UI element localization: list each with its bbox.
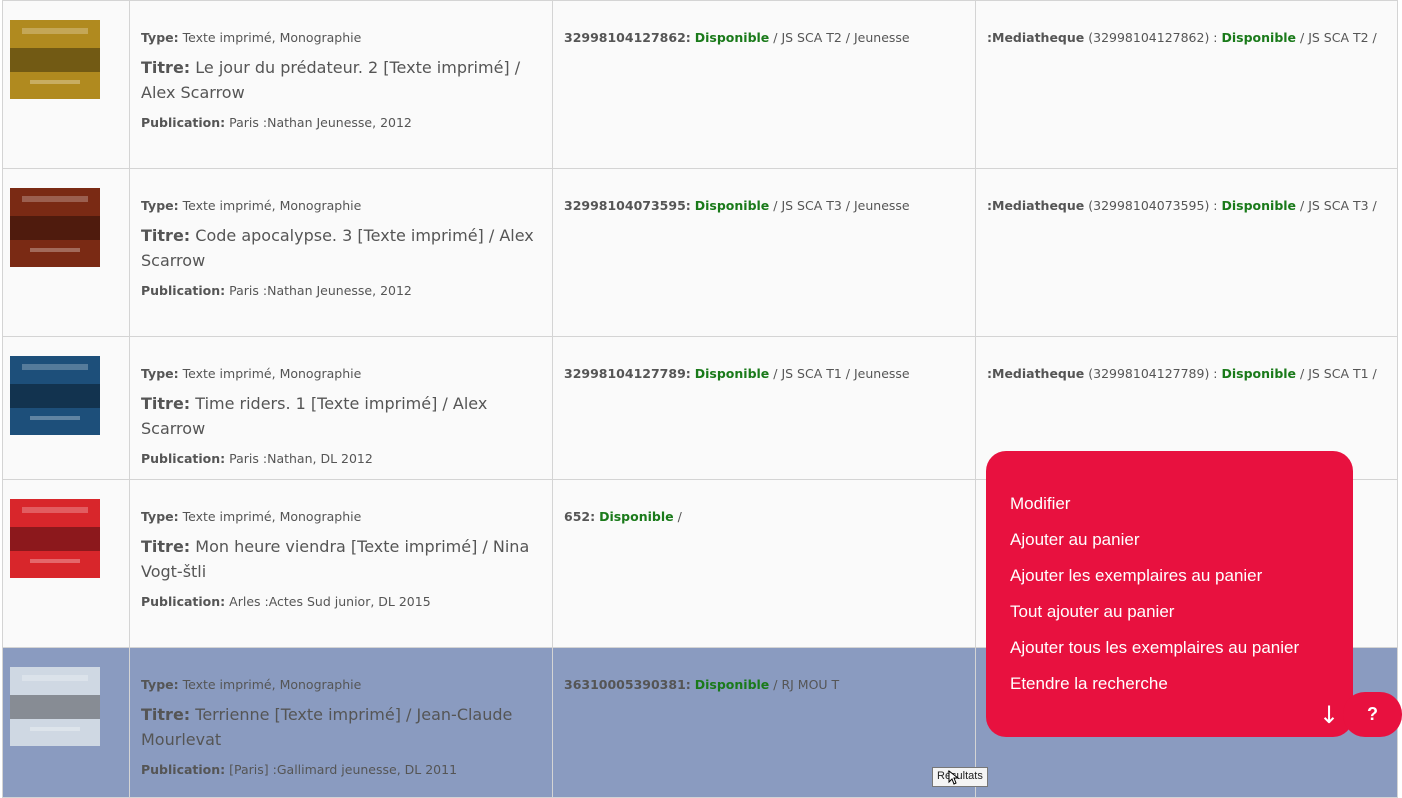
record-type: Type: Texte imprimé, Monographie (141, 509, 362, 524)
record-description: Type: Texte imprimé, Monographie Titre: … (129, 168, 553, 337)
cover-cell (2, 168, 130, 337)
library-location: / JS SCA T1 / (1296, 366, 1377, 381)
copy-barcode: 36310005390381: (564, 677, 691, 692)
arrow-down-icon[interactable]: ↓ (1318, 700, 1340, 730)
record-title[interactable]: Titre: Code apocalypse. 3 [Texte imprimé… (141, 223, 542, 273)
copy-location: / (673, 509, 682, 524)
library-status: Disponible (1221, 30, 1297, 45)
record-publication: Publication: Paris :Nathan Jeunesse, 201… (141, 115, 412, 130)
record-description: Type: Texte imprimé, Monographie Titre: … (129, 479, 553, 648)
cover-cell (2, 647, 130, 798)
copy-status: Disponible (694, 30, 770, 45)
record-title[interactable]: Titre: Mon heure viendra [Texte imprimé]… (141, 534, 542, 584)
library-name: :Mediatheque (987, 30, 1085, 45)
record-title[interactable]: Titre: Le jour du prédateur. 2 [Texte im… (141, 55, 542, 105)
library-status: Disponible (1221, 198, 1297, 213)
copy-barcode: 32998104127862: (564, 30, 691, 45)
copy-location: / JS SCA T1 / Jeunesse (769, 366, 910, 381)
record-library: :Mediatheque (32998104127862) : Disponib… (975, 0, 1398, 169)
library-status: Disponible (1221, 366, 1297, 381)
menu-item-add-all-to-cart[interactable]: Tout ajouter au panier (1010, 599, 1353, 635)
library-name: :Mediatheque (987, 366, 1085, 381)
record-type: Type: Texte imprimé, Monographie (141, 30, 362, 45)
record-copies: 32998104127789: Disponible / JS SCA T1 /… (552, 336, 976, 480)
record-publication: Publication: [Paris] :Gallimard jeunesse… (141, 762, 458, 777)
library-code: (32998104127789) : (1084, 366, 1222, 381)
book-cover-image[interactable] (10, 188, 100, 267)
record-copies: 32998104127862: Disponible / JS SCA T2 /… (552, 0, 976, 169)
record-type: Type: Texte imprimé, Monographie (141, 677, 362, 692)
book-cover-image[interactable] (10, 20, 100, 99)
menu-item-extend-search[interactable]: Etendre la recherche (1010, 671, 1353, 707)
mouse-cursor-icon (948, 770, 960, 785)
record-copies: 32998104073595: Disponible / JS SCA T3 /… (552, 168, 976, 337)
library-code: (32998104073595) : (1084, 198, 1222, 213)
record-description: Type: Texte imprimé, Monographie Titre: … (129, 0, 553, 169)
cover-cell (2, 336, 130, 480)
record-title[interactable]: Titre: Terrienne [Texte imprimé] / Jean-… (141, 702, 542, 752)
record-publication: Publication: Paris :Nathan Jeunesse, 201… (141, 283, 412, 298)
library-location: / JS SCA T2 / (1296, 30, 1377, 45)
record-publication: Publication: Paris :Nathan, DL 2012 (141, 451, 373, 466)
record-publication: Publication: Arles :Actes Sud junior, DL… (141, 594, 431, 609)
book-cover-image[interactable] (10, 667, 100, 746)
copy-status: Disponible (599, 509, 674, 524)
result-row[interactable]: Type: Texte imprimé, Monographie Titre: … (2, 0, 1398, 169)
library-name: :Mediatheque (987, 198, 1085, 213)
menu-item-add-all-copies-to-cart[interactable]: Ajouter tous les exemplaires au panier (1010, 635, 1353, 671)
record-copies: 36310005390381: Disponible / RJ MOU T (552, 647, 976, 798)
book-cover-image[interactable] (10, 499, 100, 578)
library-code: (32998104127862) : (1084, 30, 1222, 45)
copy-status: Disponible (694, 677, 770, 692)
record-title[interactable]: Titre: Time riders. 1 [Texte imprimé] / … (141, 391, 542, 441)
copy-status: Disponible (694, 366, 770, 381)
copy-barcode: 652: (564, 509, 596, 524)
record-copies: 652: Disponible / (552, 479, 976, 648)
copy-barcode: 32998104127789: (564, 366, 691, 381)
copy-location: / JS SCA T2 / Jeunesse (769, 30, 910, 45)
copy-status: Disponible (694, 198, 770, 213)
cover-cell (2, 0, 130, 169)
actions-menu: Modifier Ajouter au panier Ajouter les e… (986, 451, 1353, 737)
record-type: Type: Texte imprimé, Monographie (141, 366, 362, 381)
help-button[interactable]: ? (1343, 692, 1402, 737)
menu-item-add-copies-to-cart[interactable]: Ajouter les exemplaires au panier (1010, 563, 1353, 599)
record-type: Type: Texte imprimé, Monographie (141, 198, 362, 213)
record-description: Type: Texte imprimé, Monographie Titre: … (129, 647, 553, 798)
cover-cell (2, 479, 130, 648)
result-row[interactable]: Type: Texte imprimé, Monographie Titre: … (2, 168, 1398, 337)
copy-location: / JS SCA T3 / Jeunesse (769, 198, 910, 213)
library-location: / JS SCA T3 / (1296, 198, 1377, 213)
copy-location: / RJ MOU T (769, 677, 840, 692)
menu-item-modifier[interactable]: Modifier (1010, 491, 1353, 527)
book-cover-image[interactable] (10, 356, 100, 435)
record-library: :Mediatheque (32998104073595) : Disponib… (975, 168, 1398, 337)
copy-barcode: 32998104073595: (564, 198, 691, 213)
record-description: Type: Texte imprimé, Monographie Titre: … (129, 336, 553, 480)
menu-item-add-to-cart[interactable]: Ajouter au panier (1010, 527, 1353, 563)
